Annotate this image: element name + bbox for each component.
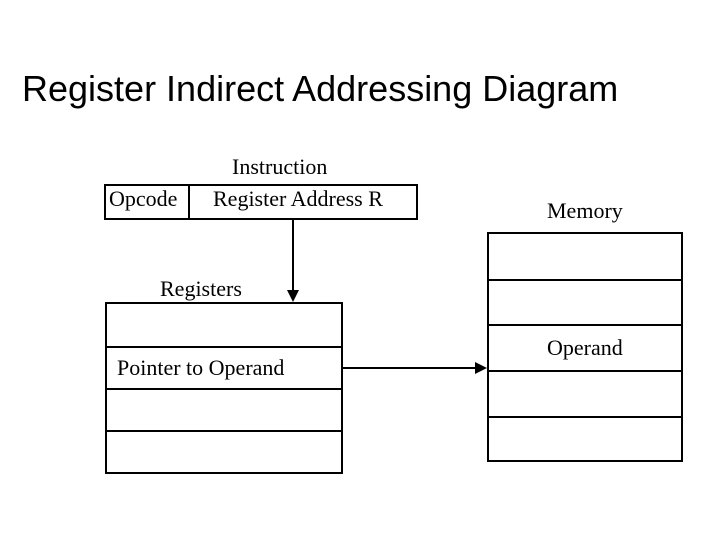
memory-row-divider <box>489 416 681 418</box>
instruction-label: Instruction <box>232 154 327 180</box>
arrow-regaddr-to-registers <box>292 220 294 292</box>
arrowhead-right-icon <box>475 362 487 374</box>
registers-table <box>105 302 343 474</box>
register-address-text: Register Address R <box>213 186 383 212</box>
registers-label: Registers <box>160 276 242 302</box>
diagram-title: Register Indirect Addressing Diagram <box>22 68 618 110</box>
memory-row-divider <box>489 324 681 326</box>
memory-row-divider <box>489 279 681 281</box>
memory-row-divider <box>489 370 681 372</box>
opcode-text: Opcode <box>109 186 177 212</box>
registers-row-divider <box>107 430 341 432</box>
operand-text: Operand <box>547 335 623 361</box>
arrowhead-down-icon <box>287 290 299 302</box>
arrow-pointer-to-operand <box>343 367 476 369</box>
registers-row-divider <box>107 388 341 390</box>
memory-label: Memory <box>547 198 623 224</box>
pointer-to-operand-text: Pointer to Operand <box>117 355 284 381</box>
registers-row-divider <box>107 346 341 348</box>
